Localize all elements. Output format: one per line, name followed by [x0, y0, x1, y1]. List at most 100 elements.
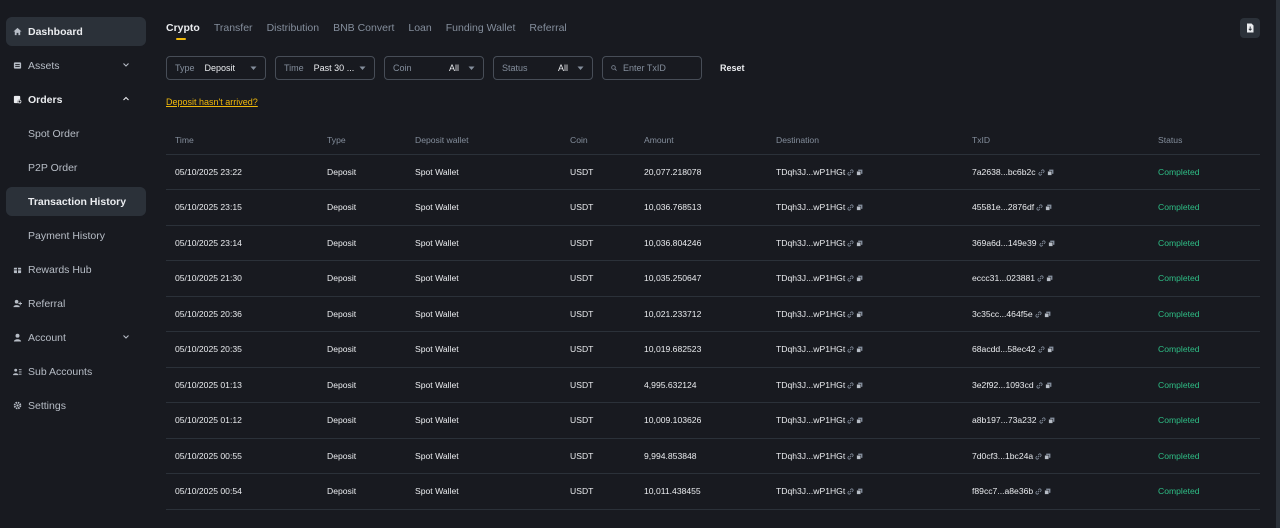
link-icon[interactable]	[847, 275, 854, 282]
sidebar-item-referral[interactable]: Referral	[6, 289, 146, 318]
link-icon[interactable]	[847, 382, 854, 389]
link-icon[interactable]	[847, 169, 854, 176]
copy-icon[interactable]	[856, 240, 863, 247]
time-select[interactable]: Time Past 30 ...	[275, 56, 375, 80]
copy-icon[interactable]	[1046, 169, 1054, 176]
copy-icon[interactable]	[856, 382, 863, 389]
destination-value[interactable]: TDqh3J...wP1HGt	[776, 167, 845, 177]
link-icon[interactable]	[1035, 488, 1042, 495]
copy-icon[interactable]	[856, 204, 863, 211]
sidebar-item-p2p-order[interactable]: P2P Order	[6, 153, 146, 182]
link-icon[interactable]	[847, 488, 854, 495]
sidebar-item-spot-order[interactable]: Spot Order	[6, 119, 146, 148]
txid-value[interactable]: 7a2638...bc6b2c	[972, 167, 1036, 177]
copy-icon[interactable]	[1045, 204, 1052, 211]
sidebar-item-orders[interactable]: Orders	[6, 85, 146, 114]
tab-loan[interactable]: Loan	[408, 22, 431, 42]
link-icon[interactable]	[1038, 169, 1045, 176]
link-icon[interactable]	[1039, 240, 1046, 247]
tab-crypto[interactable]: Crypto	[166, 22, 200, 42]
copy-icon[interactable]	[856, 169, 863, 176]
sidebar-item-sub-accounts[interactable]: Sub Accounts	[6, 357, 146, 386]
link-icon[interactable]	[847, 311, 854, 318]
link-icon[interactable]	[1035, 311, 1042, 318]
tab-bnb-convert[interactable]: BNB Convert	[333, 22, 394, 42]
link-icon[interactable]	[1038, 346, 1045, 353]
sidebar-item-label: Settings	[28, 399, 66, 412]
copy-icon[interactable]	[1044, 453, 1051, 460]
txid-search[interactable]	[602, 56, 702, 80]
cell-time: 05/10/2025 20:35	[166, 331, 318, 368]
tab-referral[interactable]: Referral	[529, 22, 566, 42]
cell-time: 05/10/2025 20:36	[166, 296, 318, 332]
destination-value[interactable]: TDqh3J...wP1HGt	[776, 380, 845, 390]
copy-icon[interactable]	[1044, 311, 1051, 318]
txid-value[interactable]: 7d0cf3...1bc24a	[972, 451, 1033, 461]
cell-status: Completed	[1149, 402, 1260, 439]
coin-select[interactable]: Coin All	[384, 56, 484, 80]
txid-value[interactable]: f89cc7...a8e36b	[972, 486, 1033, 496]
cell-coin: USDT	[561, 296, 635, 332]
coin-value: USDT	[570, 379, 594, 390]
link-icon[interactable]	[847, 240, 854, 247]
link-icon[interactable]	[847, 417, 854, 424]
reset-button[interactable]: Reset	[720, 63, 745, 73]
txid-value[interactable]: 3e2f92...1093cd	[972, 380, 1034, 390]
link-icon[interactable]	[1035, 453, 1042, 460]
copy-icon[interactable]	[856, 311, 863, 318]
txid-value[interactable]: 68acdd...58ec42	[972, 344, 1036, 354]
copy-icon[interactable]	[856, 275, 863, 282]
cell-coin: USDT	[561, 438, 635, 474]
cell-amount: 10,036.768513	[635, 189, 767, 226]
time-value: 05/10/2025 01:12	[175, 415, 242, 426]
status-select[interactable]: Status All	[493, 56, 593, 80]
copy-icon[interactable]	[1044, 488, 1051, 495]
destination-value[interactable]: TDqh3J...wP1HGt	[776, 202, 845, 212]
destination-value[interactable]: TDqh3J...wP1HGt	[776, 451, 845, 461]
type-value: Deposit	[327, 415, 357, 426]
destination-value[interactable]: TDqh3J...wP1HGt	[776, 415, 845, 425]
sidebar-item-assets[interactable]: Assets	[6, 51, 146, 80]
tab-transfer[interactable]: Transfer	[214, 22, 253, 42]
copy-icon[interactable]	[1045, 382, 1052, 389]
link-icon[interactable]	[1036, 204, 1043, 211]
link-icon[interactable]	[1036, 382, 1043, 389]
link-icon[interactable]	[847, 453, 854, 460]
copy-icon[interactable]	[856, 417, 863, 424]
destination-value[interactable]: TDqh3J...wP1HGt	[776, 238, 845, 248]
export-document-icon[interactable]	[1240, 18, 1260, 38]
copy-icon[interactable]	[1046, 275, 1053, 282]
sidebar-item-settings[interactable]: Settings	[6, 391, 146, 420]
type-select[interactable]: Type Deposit	[166, 56, 266, 80]
destination-value[interactable]: TDqh3J...wP1HGt	[776, 273, 845, 283]
copy-icon[interactable]	[856, 488, 863, 495]
txid-value[interactable]: 369a6d...149e39	[972, 238, 1037, 248]
sidebar-item-dashboard[interactable]: Dashboard	[6, 17, 146, 46]
copy-icon[interactable]	[1046, 346, 1054, 353]
deposit-not-arrived-link[interactable]: Deposit hasn't arrived?	[166, 97, 258, 107]
link-icon[interactable]	[1037, 275, 1044, 282]
destination-value[interactable]: TDqh3J...wP1HGt	[776, 486, 845, 496]
sidebar-item-payment-history[interactable]: Payment History	[6, 221, 146, 250]
sidebar-item-account[interactable]: Account	[6, 323, 146, 352]
page-scrollbar[interactable]	[1276, 0, 1280, 528]
txid-value[interactable]: 45581e...2876df	[972, 202, 1034, 212]
destination-value[interactable]: TDqh3J...wP1HGt	[776, 344, 845, 354]
sidebar-item-rewards-hub[interactable]: Rewards Hub	[6, 255, 146, 284]
copy-icon[interactable]	[1047, 240, 1055, 247]
tab-funding-wallet[interactable]: Funding Wallet	[446, 22, 516, 42]
txid-input[interactable]	[623, 63, 693, 73]
cell-destination: TDqh3J...wP1HGt	[767, 154, 963, 190]
sidebar-item-transaction-history[interactable]: Transaction History	[6, 187, 146, 216]
copy-icon[interactable]	[856, 453, 863, 460]
txid-value[interactable]: 3c35cc...464f5e	[972, 309, 1033, 319]
link-icon[interactable]	[847, 204, 854, 211]
txid-value[interactable]: eccc31...023881	[972, 273, 1035, 283]
link-icon[interactable]	[1039, 417, 1046, 424]
link-icon[interactable]	[847, 346, 854, 353]
copy-icon[interactable]	[1047, 417, 1055, 424]
tab-distribution[interactable]: Distribution	[267, 22, 320, 42]
destination-value[interactable]: TDqh3J...wP1HGt	[776, 309, 845, 319]
txid-value[interactable]: a8b197...73a232	[972, 415, 1037, 425]
copy-icon[interactable]	[856, 346, 863, 353]
